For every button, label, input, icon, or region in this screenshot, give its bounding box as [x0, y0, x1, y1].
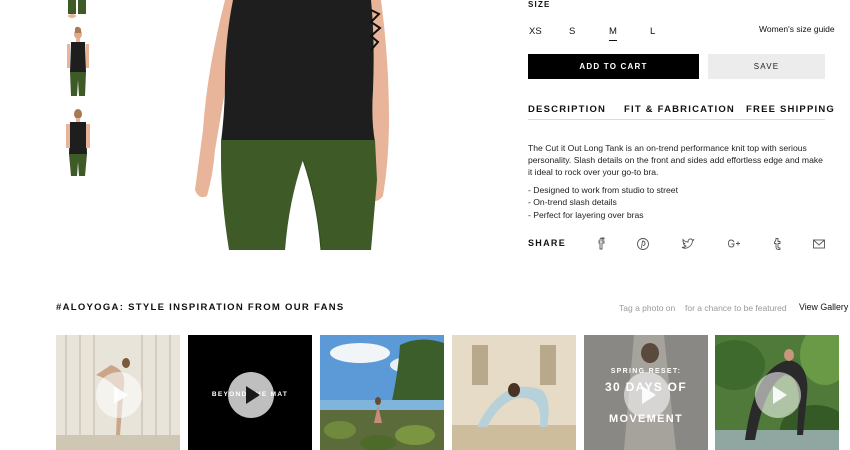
- product-main-image: [185, 0, 410, 250]
- google-plus-icon[interactable]: [727, 237, 741, 251]
- featured-note: for a chance to be featured: [685, 303, 787, 313]
- product-description: The Cut it Out Long Tank is an on-trend …: [528, 143, 823, 178]
- add-to-cart-button[interactable]: ADD TO CART: [528, 54, 699, 79]
- feature-item: - On-trend slash details: [528, 197, 617, 208]
- tag-photo-note: Tag a photo on: [619, 303, 676, 313]
- tab-description[interactable]: DESCRIPTION: [528, 104, 607, 120]
- inspiration-title: #ALOYOGA: STYLE INSPIRATION FROM OUR FAN…: [56, 302, 345, 313]
- inspiration-tile-3[interactable]: [320, 335, 444, 450]
- tumblr-icon[interactable]: [770, 237, 784, 251]
- tab-divider: [528, 119, 825, 120]
- product-thumbnail-1[interactable]: [58, 0, 98, 18]
- save-button[interactable]: SAVE: [708, 54, 825, 79]
- size-option-m[interactable]: M: [609, 26, 617, 41]
- inspiration-tile-4[interactable]: [452, 335, 576, 450]
- share-label: SHARE: [528, 238, 567, 248]
- feature-item: - Designed to work from studio to street: [528, 185, 678, 195]
- product-thumbnail-2[interactable]: [58, 26, 98, 96]
- play-icon: [624, 372, 670, 418]
- size-option-xs[interactable]: XS: [529, 26, 542, 37]
- inspiration-tile-5[interactable]: SPRING RESET: 30 DAYS OF MOVEMENT: [584, 335, 708, 450]
- facebook-icon[interactable]: [594, 237, 608, 251]
- product-thumbnail-3[interactable]: [58, 106, 98, 176]
- inspiration-tile-1[interactable]: [56, 335, 180, 450]
- email-icon[interactable]: [812, 237, 826, 251]
- inspiration-tile-2[interactable]: BEYOND THE MAT: [188, 335, 312, 450]
- product-features-list: - Designed to work from studio to street…: [528, 184, 825, 221]
- inspiration-tile-6[interactable]: [715, 335, 839, 450]
- pinterest-icon[interactable]: [636, 237, 650, 251]
- feature-item: - Perfect for layering over bras: [528, 209, 644, 220]
- play-icon: [228, 372, 274, 418]
- size-option-l[interactable]: L: [650, 26, 655, 37]
- size-guide-link[interactable]: Women's size guide: [759, 24, 835, 34]
- play-icon: [96, 372, 142, 418]
- view-gallery-link[interactable]: View Gallery: [799, 302, 848, 312]
- twitter-icon[interactable]: [681, 237, 695, 251]
- size-option-s[interactable]: S: [569, 26, 575, 37]
- tab-fit-fabrication[interactable]: FIT & FABRICATION: [624, 104, 735, 115]
- play-icon: [755, 372, 801, 418]
- size-label: SIZE: [528, 0, 551, 9]
- tab-free-shipping[interactable]: FREE SHIPPING: [746, 104, 835, 115]
